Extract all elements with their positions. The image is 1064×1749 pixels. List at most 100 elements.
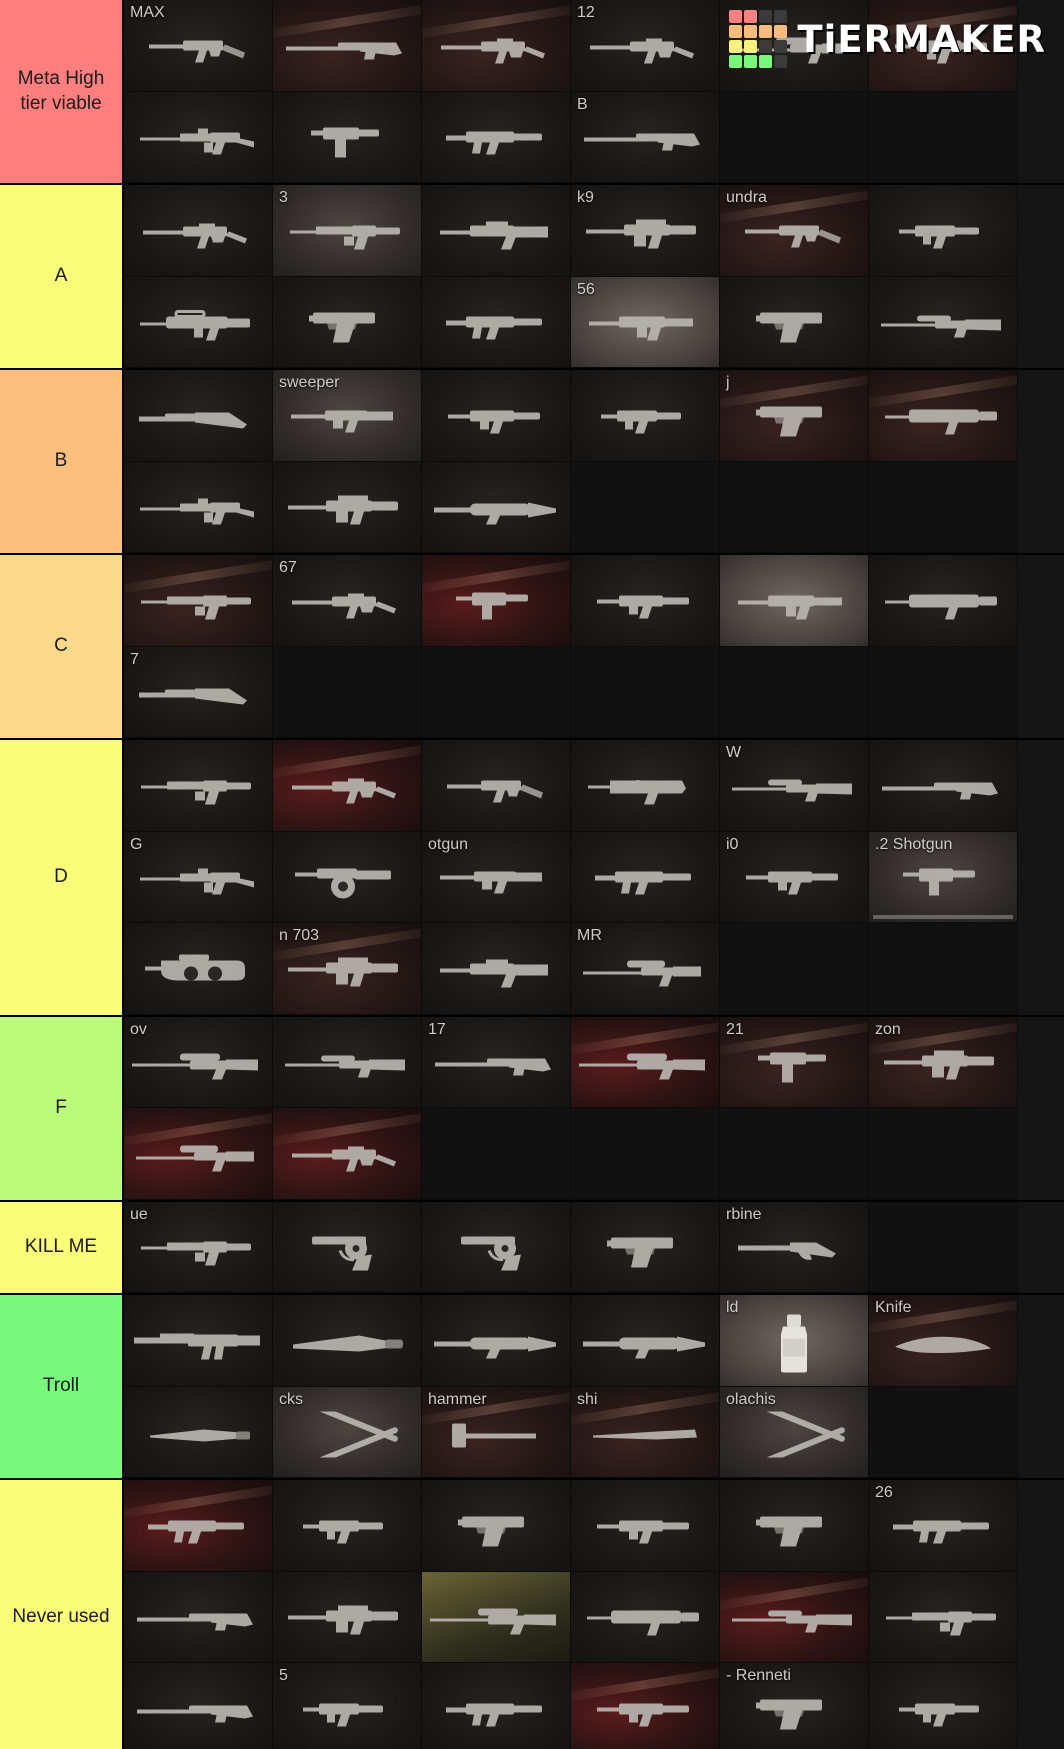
tier-item[interactable]: 12	[571, 0, 720, 92]
tier-item[interactable]: MR	[571, 923, 720, 1015]
tier-item[interactable]	[422, 1295, 571, 1387]
tier-item[interactable]	[124, 1480, 273, 1572]
tier-item[interactable]: 3	[273, 185, 422, 277]
tier-item[interactable]	[869, 370, 1018, 462]
tier-item[interactable]	[124, 370, 273, 462]
tier-item[interactable]	[571, 370, 720, 462]
tier-item[interactable]	[422, 1571, 571, 1663]
tier-item[interactable]	[422, 185, 571, 277]
tier-item[interactable]: rbine	[720, 1201, 869, 1293]
tier-item[interactable]	[571, 1201, 720, 1293]
tier-item[interactable]: i0	[720, 831, 869, 923]
tier-item[interactable]	[124, 740, 273, 832]
tier-item[interactable]	[124, 276, 273, 368]
tier-item[interactable]	[571, 831, 720, 923]
tiermaker-logo[interactable]: TiERMAKER	[729, 10, 1046, 68]
tier-item[interactable]	[273, 740, 422, 832]
tier-item[interactable]	[422, 370, 571, 462]
tier-item[interactable]: n 703	[273, 923, 422, 1015]
tier-item[interactable]	[124, 1571, 273, 1663]
tier-item[interactable]	[273, 91, 422, 183]
tier-item[interactable]	[273, 1201, 422, 1293]
tier-item[interactable]: 67	[273, 555, 422, 647]
tier-item[interactable]	[124, 923, 273, 1015]
tier-label[interactable]: Meta High tier viable	[0, 0, 124, 183]
tier-item[interactable]: undra	[720, 185, 869, 277]
tier-item[interactable]: 21	[720, 1016, 869, 1108]
tier-item[interactable]	[720, 276, 869, 368]
tier-item[interactable]	[124, 1386, 273, 1478]
tier-label[interactable]: A	[0, 185, 124, 368]
tier-item[interactable]: .2 Shotgun	[869, 831, 1018, 923]
tier-item[interactable]	[422, 1480, 571, 1572]
tier-item[interactable]: hammer	[422, 1386, 571, 1478]
tier-item[interactable]	[869, 1663, 1018, 1749]
tier-item[interactable]	[422, 91, 571, 183]
tier-item[interactable]	[571, 1571, 720, 1663]
tier-item[interactable]: k9	[571, 185, 720, 277]
tier-item[interactable]: olachis	[720, 1386, 869, 1478]
tier-item[interactable]	[124, 555, 273, 647]
tier-item[interactable]	[869, 555, 1018, 647]
tier-item[interactable]: ov	[124, 1016, 273, 1108]
tier-item[interactable]	[124, 1108, 273, 1200]
tier-item[interactable]	[720, 555, 869, 647]
tier-item[interactable]: 7	[124, 646, 273, 738]
tier-item[interactable]	[273, 0, 422, 92]
tier-item[interactable]	[422, 740, 571, 832]
tier-item[interactable]	[571, 1663, 720, 1749]
tier-item[interactable]: sweeper	[273, 370, 422, 462]
tier-item[interactable]	[124, 461, 273, 553]
tier-item[interactable]: shi	[571, 1386, 720, 1478]
tier-item[interactable]: G	[124, 831, 273, 923]
tier-item[interactable]	[124, 185, 273, 277]
tier-label[interactable]: F	[0, 1016, 124, 1200]
tier-item[interactable]	[273, 1571, 422, 1663]
tier-item[interactable]: 17	[422, 1016, 571, 1108]
tier-item[interactable]	[571, 555, 720, 647]
tier-label[interactable]: Troll	[0, 1295, 124, 1478]
tier-item[interactable]	[571, 1295, 720, 1387]
tier-label[interactable]: Never used	[0, 1480, 124, 1749]
tier-item[interactable]	[571, 1016, 720, 1108]
tier-item[interactable]: W	[720, 740, 869, 832]
tier-item[interactable]	[422, 923, 571, 1015]
tier-item[interactable]: MAX	[124, 0, 273, 92]
tier-item[interactable]: ld	[720, 1295, 869, 1387]
tier-label[interactable]: D	[0, 740, 124, 1015]
tier-item[interactable]: B	[571, 91, 720, 183]
tier-item[interactable]	[422, 1201, 571, 1293]
tier-item[interactable]	[124, 91, 273, 183]
tier-item[interactable]	[273, 1016, 422, 1108]
tier-item[interactable]	[571, 740, 720, 832]
tier-item[interactable]	[720, 1571, 869, 1663]
tier-label[interactable]: KILL ME	[0, 1201, 124, 1293]
tier-item[interactable]	[273, 1480, 422, 1572]
tier-item[interactable]	[869, 276, 1018, 368]
tier-item[interactable]: cks	[273, 1386, 422, 1478]
tier-item[interactable]	[273, 1295, 422, 1387]
tier-item[interactable]	[273, 461, 422, 553]
tier-item[interactable]	[273, 1108, 422, 1200]
tier-item[interactable]	[422, 461, 571, 553]
tier-item[interactable]	[273, 831, 422, 923]
tier-item[interactable]	[422, 0, 571, 92]
tier-label[interactable]: C	[0, 555, 124, 738]
tier-item[interactable]: j	[720, 370, 869, 462]
tier-item[interactable]	[124, 1663, 273, 1749]
tier-label[interactable]: B	[0, 370, 124, 553]
tier-item[interactable]	[422, 276, 571, 368]
tier-item[interactable]	[571, 1480, 720, 1572]
tier-item[interactable]	[869, 1571, 1018, 1663]
tier-item[interactable]: 56	[571, 276, 720, 368]
tier-item[interactable]: ue	[124, 1201, 273, 1293]
tier-item[interactable]: otgun	[422, 831, 571, 923]
tier-item[interactable]	[422, 1663, 571, 1749]
tier-item[interactable]: - Renneti	[720, 1663, 869, 1749]
tier-item[interactable]	[273, 276, 422, 368]
tier-item[interactable]	[124, 1295, 273, 1387]
tier-item[interactable]	[422, 555, 571, 647]
tier-item[interactable]	[869, 740, 1018, 832]
tier-item[interactable]	[869, 185, 1018, 277]
tier-item[interactable]: Knife	[869, 1295, 1018, 1387]
